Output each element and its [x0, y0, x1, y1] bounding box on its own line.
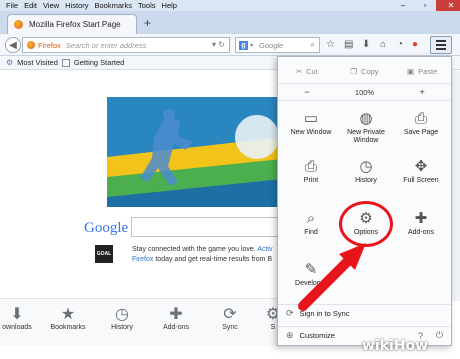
wikihow-watermark: wikiHow — [362, 338, 429, 354]
firefox-window: File Edit View History Bookmarks Tools H… — [0, 0, 460, 359]
annotation-arrow — [298, 243, 366, 311]
